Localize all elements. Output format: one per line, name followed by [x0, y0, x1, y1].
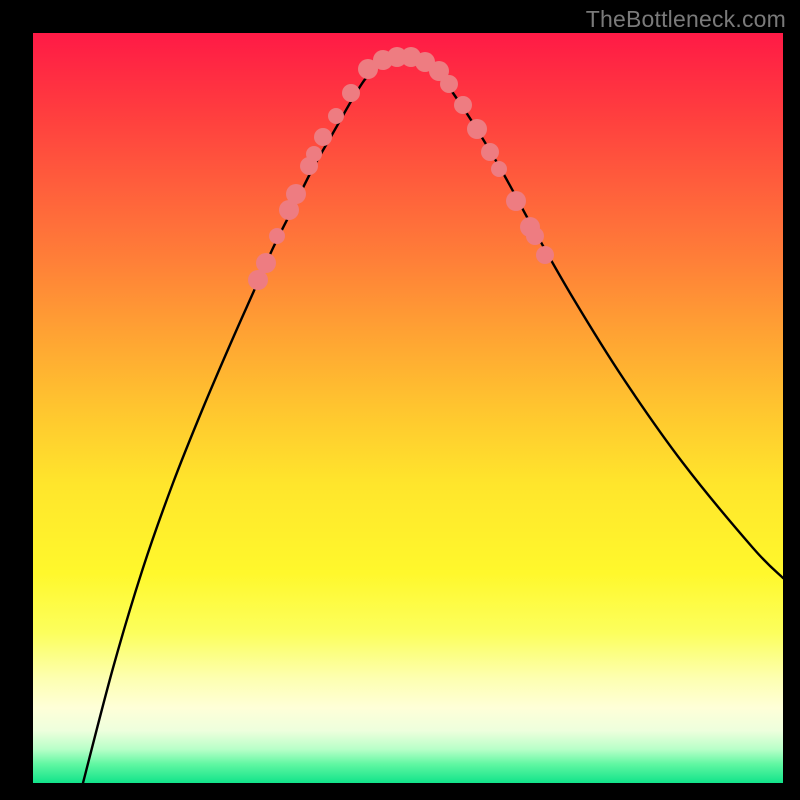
data-marker — [286, 184, 306, 204]
watermark-text: TheBottleneck.com — [586, 6, 786, 33]
chart-frame: TheBottleneck.com — [0, 0, 800, 800]
data-marker — [248, 270, 268, 290]
data-marker — [269, 228, 285, 244]
data-marker — [467, 119, 487, 139]
data-marker — [440, 75, 458, 93]
data-marker — [506, 191, 526, 211]
data-marker — [481, 143, 499, 161]
curve-svg — [33, 33, 783, 783]
data-marker — [454, 96, 472, 114]
data-marker — [342, 84, 360, 102]
bottleneck-curve — [83, 56, 783, 783]
data-marker — [526, 227, 544, 245]
data-markers — [248, 47, 554, 290]
plot-area — [33, 33, 783, 783]
data-marker — [328, 108, 344, 124]
data-marker — [536, 246, 554, 264]
data-marker — [314, 128, 332, 146]
data-marker — [491, 161, 507, 177]
data-marker — [256, 253, 276, 273]
data-marker — [306, 146, 322, 162]
